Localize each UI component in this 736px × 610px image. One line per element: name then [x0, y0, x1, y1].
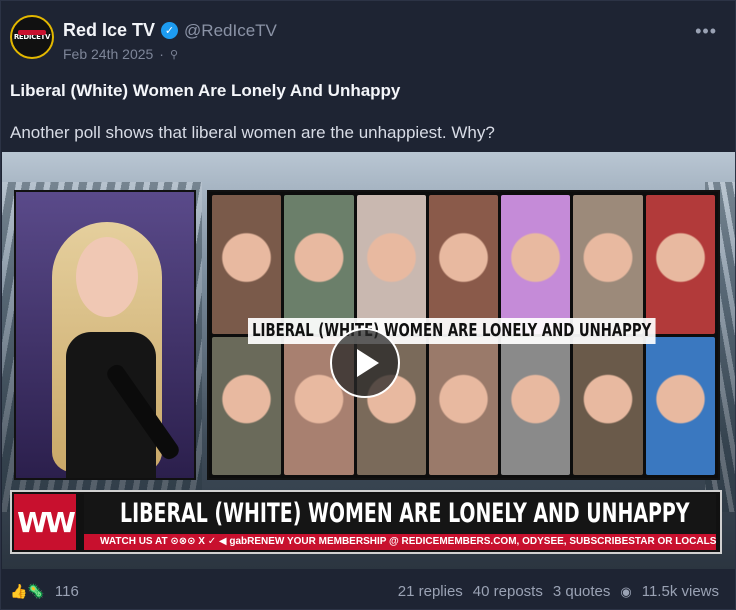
quotes-count[interactable]: 3 quotes: [553, 583, 611, 600]
views-count: 11.5k views: [641, 583, 719, 600]
globe-icon: ⚲: [169, 48, 179, 61]
host-panel: [14, 190, 196, 480]
face-tile: [284, 195, 354, 334]
post-meta: Feb 24th 2025 · ⚲: [63, 46, 178, 62]
face-tile: [645, 195, 715, 334]
face-tile: [212, 195, 282, 334]
strip-right-text: RENEW YOUR MEMBERSHIP @ REDICEMEMBERS.CO…: [247, 536, 716, 547]
author-row: Red Ice TV ✓ @RedIceTV: [63, 20, 277, 41]
separator-dot: ·: [159, 46, 164, 62]
reaction-icons: 👍🦠: [10, 583, 45, 599]
host-face: [76, 237, 138, 317]
post-title: Liberal (White) Women Are Lonely And Unh…: [10, 81, 401, 100]
verified-badge-icon: ✓: [161, 22, 179, 39]
face-tile: [573, 336, 643, 475]
banner-title-text: LIBERAL (WHITE) WOMEN ARE LONELY AND UNH…: [120, 498, 690, 529]
post-body: Another poll shows that liberal women ar…: [10, 123, 495, 142]
more-options-icon[interactable]: •••: [695, 21, 717, 42]
face-tile: [573, 195, 643, 334]
author-handle[interactable]: @RedIceTV: [184, 21, 277, 41]
face-tile: [428, 336, 499, 475]
strip-left-text: WATCH US AT ⊙⊗⊙ X ✓ ◀ gab: [100, 536, 248, 547]
face-tile: [645, 336, 715, 475]
face-tile: [501, 336, 571, 475]
reposts-count[interactable]: 40 reposts: [473, 583, 543, 600]
play-button[interactable]: [330, 328, 400, 398]
face-tile: [501, 195, 571, 334]
post-card: REDICETV Red Ice TV ✓ @RedIceTV Feb 24th…: [0, 0, 736, 610]
author-display-name[interactable]: Red Ice TV: [63, 20, 155, 41]
likes-count[interactable]: 116: [55, 583, 79, 600]
banner-strip: WATCH US AT ⊙⊗⊙ X ✓ ◀ gab RENEW YOUR MEM…: [84, 534, 716, 550]
avatar[interactable]: REDICETV: [10, 15, 54, 59]
overlay-caption: LIBERAL (WHITE) WOMEN ARE LONELY AND UNH…: [248, 318, 656, 344]
eye-icon: ◉: [620, 583, 632, 599]
lower-third-banner: WW LIBERAL (WHITE) WOMEN ARE LONELY AND …: [10, 490, 722, 554]
banner-title: LIBERAL (WHITE) WOMEN ARE LONELY AND UNH…: [84, 494, 716, 534]
logo-bar: [18, 30, 46, 35]
play-icon: [357, 349, 379, 377]
post-date[interactable]: Feb 24th 2025: [63, 46, 153, 62]
face-tile: [428, 195, 499, 334]
replies-count[interactable]: 21 replies: [398, 583, 463, 600]
ww-logo: WW: [14, 494, 76, 550]
post-stats: 21 replies 40 reposts 3 quotes ◉ 11.5k v…: [398, 583, 719, 600]
reactions[interactable]: 👍🦠 116: [10, 583, 79, 600]
face-tile: [356, 195, 426, 334]
face-tile: [212, 336, 282, 475]
video-thumbnail[interactable]: LIBERAL (WHITE) WOMEN ARE LONELY AND UNH…: [2, 152, 735, 569]
